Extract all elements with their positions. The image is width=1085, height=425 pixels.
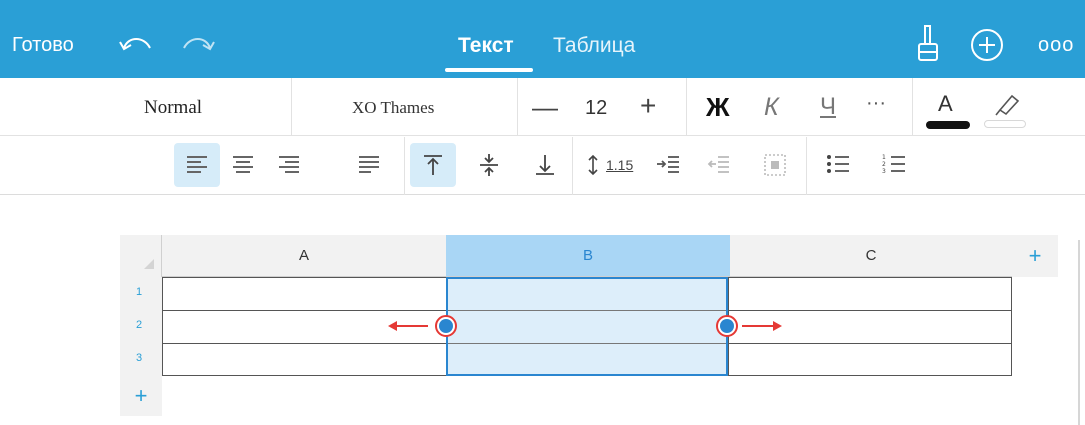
divider xyxy=(404,137,405,195)
row-divider xyxy=(448,310,726,311)
table-cell[interactable] xyxy=(728,343,1012,376)
row-number: 1 xyxy=(136,286,143,298)
valign-middle-button[interactable] xyxy=(466,143,512,187)
divider xyxy=(806,137,807,195)
add-column-button[interactable]: + xyxy=(1012,235,1058,277)
column-header-b[interactable]: B xyxy=(446,235,730,277)
paragraph-style-select[interactable]: Normal xyxy=(0,78,292,136)
row-divider xyxy=(448,343,726,344)
table-cell[interactable] xyxy=(162,277,447,311)
outdent-button[interactable] xyxy=(694,143,740,187)
column-resize-handle-right[interactable] xyxy=(716,315,738,337)
column-header-c[interactable]: C xyxy=(730,235,1012,277)
done-button[interactable]: Готово xyxy=(12,34,74,57)
selected-column-b[interactable] xyxy=(446,277,728,376)
numbered-list-icon: 123 xyxy=(882,154,905,175)
valign-bottom-icon xyxy=(536,155,554,175)
indent-button[interactable] xyxy=(644,143,690,187)
font-family-select[interactable]: XO Thames xyxy=(292,78,518,136)
bullet-list-icon xyxy=(827,155,849,173)
scroll-edge xyxy=(1078,240,1080,425)
cell-padding-button[interactable] xyxy=(752,143,798,187)
row-header-2[interactable]: 2 xyxy=(120,310,162,343)
align-right-button[interactable] xyxy=(266,143,312,187)
svg-text:1: 1 xyxy=(882,154,886,161)
bold-button[interactable]: Ж xyxy=(706,92,730,123)
font-color-swatch xyxy=(926,121,970,129)
highlight-button[interactable] xyxy=(984,88,1026,132)
valign-bottom-button[interactable] xyxy=(522,143,568,187)
divider xyxy=(912,78,913,136)
justify-button[interactable] xyxy=(346,143,392,187)
italic-button[interactable]: К xyxy=(764,93,779,122)
corner-triangle-icon xyxy=(144,259,154,269)
undo-icon[interactable] xyxy=(118,28,154,58)
align-left-button[interactable] xyxy=(174,143,220,187)
table-cell[interactable] xyxy=(728,277,1012,311)
select-all-corner[interactable] xyxy=(120,235,162,277)
align-center-button[interactable] xyxy=(220,143,266,187)
paragraph-style-value: Normal xyxy=(144,97,203,118)
arrow-left-icon xyxy=(388,321,428,331)
paragraph-format-row: 1.15 123 xyxy=(0,137,1085,195)
row-header-3[interactable]: 3 xyxy=(120,343,162,376)
column-resize-handle-left[interactable] xyxy=(435,315,457,337)
line-spacing-value: 1.15 xyxy=(606,157,634,173)
tab-table[interactable]: Таблица xyxy=(553,34,635,58)
font-family-value: XO Thames xyxy=(352,98,435,117)
underline-button[interactable]: Ч xyxy=(820,93,836,121)
font-size-increase-button[interactable]: + xyxy=(640,90,656,122)
tab-text[interactable]: Текст xyxy=(458,34,514,58)
highlighter-icon xyxy=(995,94,1020,116)
arrow-right-icon xyxy=(742,321,782,331)
font-color-button[interactable]: A xyxy=(926,89,970,133)
table-cell[interactable] xyxy=(162,343,447,376)
active-tab-indicator xyxy=(445,68,533,72)
row-number: 2 xyxy=(136,319,143,331)
column-header-a[interactable]: A xyxy=(162,235,446,277)
text-format-row: Normal XO Thames — 12 + Ж К Ч ··· A xyxy=(0,78,1085,136)
align-right-icon xyxy=(279,156,299,173)
valign-top-button[interactable] xyxy=(410,143,456,187)
more-icon[interactable]: ooo xyxy=(1038,34,1074,57)
align-left-icon xyxy=(187,156,207,173)
font-color-icon: A xyxy=(938,91,953,116)
font-size-decrease-button[interactable]: — xyxy=(532,92,558,123)
font-size-value: 12 xyxy=(585,97,608,119)
valign-top-icon xyxy=(424,155,442,175)
divider xyxy=(686,78,687,136)
valign-middle-icon xyxy=(480,154,498,176)
brush-icon[interactable] xyxy=(917,24,939,64)
cell-padding-icon xyxy=(764,154,786,176)
divider xyxy=(572,137,573,195)
top-toolbar: Готово Текст Таблица ooo xyxy=(0,0,1085,78)
justify-icon xyxy=(359,156,379,173)
highlight-swatch xyxy=(984,120,1026,128)
svg-text:2: 2 xyxy=(882,161,886,168)
svg-text:3: 3 xyxy=(882,168,886,175)
add-icon[interactable] xyxy=(970,28,1004,62)
line-spacing-icon xyxy=(588,154,598,176)
more-format-button[interactable]: ··· xyxy=(866,92,886,115)
redo-icon[interactable] xyxy=(180,28,216,58)
outdent-icon xyxy=(707,156,729,173)
add-row-button[interactable]: + xyxy=(120,376,162,416)
row-number: 3 xyxy=(136,352,143,364)
bullet-list-button[interactable] xyxy=(814,143,860,187)
row-header-1[interactable]: 1 xyxy=(120,277,162,310)
align-center-icon xyxy=(233,156,253,173)
indent-icon xyxy=(657,156,679,173)
numbered-list-button[interactable]: 123 xyxy=(870,143,916,187)
